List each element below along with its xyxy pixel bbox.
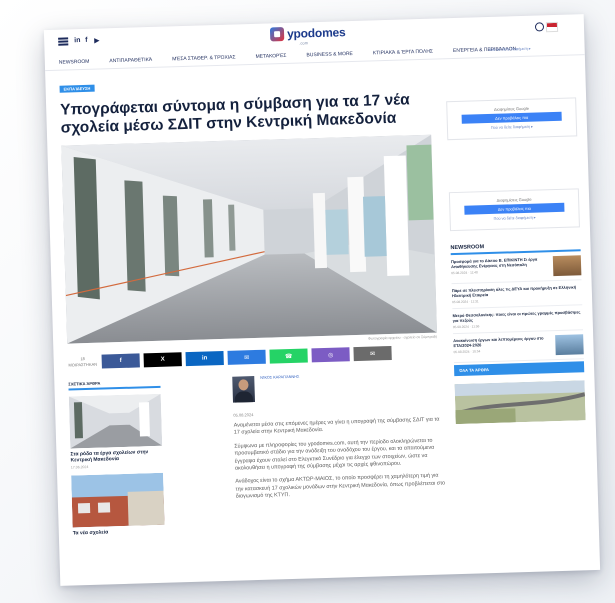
newsroom-item-4-thumb[interactable] (555, 334, 584, 356)
newsroom-more-button[interactable]: Όλα τα άρθρα (453, 361, 585, 377)
search-icon[interactable] (534, 22, 545, 32)
bottom-ad-image[interactable] (454, 380, 586, 425)
newsroom-widget: NEWSROOM Προσφορά για το Δίκτυο Β. ΕΠΙΚΙ… (450, 241, 585, 377)
linkedin-share-button[interactable]: in (185, 350, 224, 367)
newsroom-item[interactable]: Μετρό Θεσσαλονίκης: ποιες είναι οι πρώτε… (452, 305, 584, 335)
newsroom-item-4-date: 05.08.2024 · 10:54 (453, 349, 481, 355)
email-share-button[interactable]: ✉ (353, 345, 392, 362)
share-buttons: f Xin ✉ ☎ ◎ ✉ (101, 345, 392, 369)
related-articles: Σχετικά άρθρα Στα ρόδα τα έργα σχολείων … (68, 378, 165, 536)
article-body: Αναμένεται μέσα στις επόμενες ημέρες να … (234, 416, 446, 507)
hamburger-menu-icon[interactable] (58, 37, 69, 46)
right-sidebar: Πού να δείτε διαφήμιση ▸ Διαφημίσεις Goo… (444, 40, 586, 425)
category-badge[interactable]: Εκπαίδευση (59, 84, 95, 93)
nav-item-4[interactable]: Μετακορές (255, 49, 286, 64)
whatsapp-share-button[interactable]: ☎ (269, 348, 308, 364)
author-block: Νίκος Καραγιάννης (232, 374, 311, 403)
google-ad-2: Διαφημίσεις Google Δεν προβάλεις πια Πού… (448, 188, 580, 232)
article-hero-image (61, 134, 438, 344)
logo-text: ypodomes (286, 25, 346, 41)
article-paragraph-1: Αναμένεται μέσα στις επόμενες ημέρες να … (233, 416, 440, 437)
google-ad-1: Διαφημίσεις Google Δεν προβάλεις πια Πού… (446, 97, 578, 141)
corridor-photo (61, 134, 438, 344)
nav-item-newsroom[interactable]: Newsroom (59, 55, 90, 70)
related-thumb-2[interactable] (71, 472, 165, 528)
newsroom-item[interactable]: Ανακοίνωση έργων και λεπτομέρειες έργου … (453, 330, 584, 364)
newsroom-item-1-headline[interactable]: Προσφορά για το Δίκτυο Β. ΕΠΙΚΙΝΤΗ Σι έρ… (451, 256, 549, 270)
article-paragraph-2: Σύμφωνα με πληροφορίες του ypodomes.com,… (234, 437, 435, 472)
messenger-share-button[interactable]: ✉ (227, 349, 266, 365)
related-thumb-1[interactable] (68, 393, 163, 449)
article-main: Εκπαίδευση Υπογράφεται σύντομα η σύμβαση… (59, 67, 437, 370)
related-item-1-title[interactable]: Στα ρόδα τα έργα σχολείων στην Κεντρική … (70, 449, 162, 463)
newsroom-item-4-headline[interactable]: Ανακοίνωση έργων και λεπτομέρειες έργου … (453, 335, 551, 348)
newsroom-item[interactable]: Πάρε σε πλειστηρίαση όλες τις ΔΕΥΑ και π… (451, 280, 583, 310)
facebook-icon[interactable]: f (85, 37, 88, 44)
article-date: 05.08.2024 (233, 412, 254, 418)
article-title: Υπογράφεται σύντομα η σύμβαση για τα 17 … (60, 91, 410, 137)
newsroom-item-1-thumb[interactable] (552, 255, 582, 277)
author-avatar[interactable] (232, 376, 255, 403)
nav-item-2[interactable]: Αντιπαραθετικά (109, 53, 152, 68)
logo-mark-icon (269, 27, 285, 42)
newsroom-item-1-date: 05.08.2024 · 11:48 (451, 270, 478, 276)
viber-share-button[interactable]: ◎ (311, 347, 350, 363)
author-name[interactable]: Νίκος Καραγιάννης (260, 374, 310, 380)
language-flag-icon[interactable] (545, 21, 559, 33)
newsroom-item[interactable]: Προσφορά για το Δίκτυο Β. ΕΠΙΚΙΝΤΗ Σι έρ… (450, 251, 582, 285)
facebook-share-button[interactable]: f (101, 353, 140, 369)
logo-subtext: .com (299, 40, 309, 46)
background: in f ▶ ypodomes .com Newsroom Αντιπαραθε… (0, 0, 615, 603)
ad-1-link[interactable]: Πού να δείτε διαφήμιση ▸ (456, 123, 568, 131)
x-share-button[interactable]: X (143, 352, 182, 368)
related-item-2-title[interactable]: Τα νέα σχολεία (73, 528, 165, 536)
linkedin-icon[interactable]: in (74, 37, 80, 44)
nav-item-business[interactable]: Business & more (306, 47, 353, 62)
ad-2-button[interactable]: Δεν προβάλεις πια (464, 202, 565, 215)
site-logo[interactable]: ypodomes (269, 25, 346, 42)
share-count: 18 ΜΟΙΡΑΣΤΗΚΑΝ (68, 356, 98, 369)
related-title: Σχετικά άρθρα (68, 378, 161, 391)
browser-page-screenshot: in f ▶ ypodomes .com Newsroom Αντιπαραθε… (43, 14, 601, 586)
youtube-icon[interactable]: ▶ (94, 36, 100, 44)
nav-item-6[interactable]: Κτιριακά & έργα πόλης (373, 45, 434, 61)
ad-1-button[interactable]: Δεν προβάλεις πια (461, 111, 562, 124)
share-count-label: ΜΟΙΡΑΣΤΗΚΑΝ (68, 361, 98, 368)
share-bar: 18 ΜΟΙΡΑΣΤΗΚΑΝ f Xin ✉ ☎ ◎ ✉ (68, 345, 438, 370)
related-item-1-date: 17.06.2024 (70, 465, 89, 470)
article-paragraph-3: Ανάδοχος είναι το σχήμα ΑΚΤΩΡ-ΜΑΙΟΣ, το … (235, 473, 446, 500)
nav-item-3[interactable]: Μέσα σταθερ. & τρόχιας (172, 50, 236, 66)
ad-2-link[interactable]: Πού να δείτε διαφήμιση ▸ (459, 214, 571, 222)
